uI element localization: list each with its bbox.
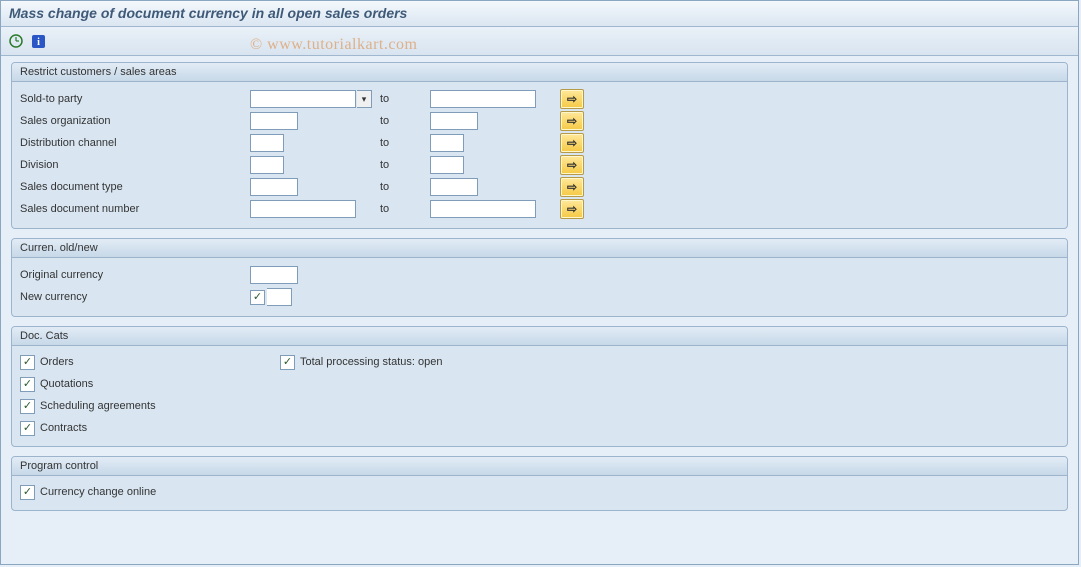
row-orig-currency: Original currency: [20, 264, 1059, 286]
multi-select-button[interactable]: ⇨: [560, 133, 584, 153]
to-label: to: [380, 137, 430, 149]
row-dist-channel: Distribution channel to ⇨: [20, 132, 1059, 154]
toolbar: i: [1, 27, 1078, 56]
group-restrict-title: Restrict customers / sales areas: [12, 63, 1067, 82]
check-total-open-row: Total processing status: open: [280, 352, 442, 372]
check-orders[interactable]: [20, 355, 35, 370]
check-quotations-row: Quotations: [20, 374, 280, 394]
label-orig-currency: Original currency: [20, 269, 250, 281]
row-doc-number: Sales document number to ⇨: [20, 198, 1059, 220]
multi-select-button[interactable]: ⇨: [560, 155, 584, 175]
doc-number-to-input[interactable]: [430, 200, 536, 218]
doc-cats-left: Orders Quotations Scheduling agreements …: [20, 352, 280, 438]
multi-select-button[interactable]: ⇨: [560, 89, 584, 109]
multi-select-button[interactable]: ⇨: [560, 199, 584, 219]
label-sold-to: Sold-to party: [20, 93, 250, 105]
check-online-row: Currency change online: [20, 482, 1059, 502]
f4-help-icon[interactable]: ▾: [357, 90, 372, 108]
row-new-currency: New currency: [20, 286, 1059, 308]
sold-to-from-input[interactable]: [250, 90, 356, 108]
check-online[interactable]: [20, 485, 35, 500]
label-doc-number: Sales document number: [20, 203, 250, 215]
to-label: to: [380, 93, 430, 105]
new-currency-input[interactable]: [267, 288, 292, 306]
to-label: to: [380, 181, 430, 193]
check-orders-row: Orders: [20, 352, 280, 372]
check-sched-row: Scheduling agreements: [20, 396, 280, 416]
sold-to-to-input[interactable]: [430, 90, 536, 108]
label-dist-channel: Distribution channel: [20, 137, 250, 149]
orig-currency-input[interactable]: [250, 266, 298, 284]
label-doc-type: Sales document type: [20, 181, 250, 193]
group-currency-body: Original currency New currency: [12, 258, 1067, 316]
svg-text:i: i: [37, 37, 40, 48]
new-currency-required-check[interactable]: [250, 290, 265, 305]
label-orders: Orders: [40, 356, 74, 368]
label-sched: Scheduling agreements: [40, 400, 156, 412]
dist-channel-from-input[interactable]: [250, 134, 284, 152]
group-restrict: Restrict customers / sales areas Sold-to…: [11, 62, 1068, 229]
check-sched[interactable]: [20, 399, 35, 414]
group-doc-cats: Doc. Cats Orders Quotations Scheduling a…: [11, 326, 1068, 447]
row-division: Division to ⇨: [20, 154, 1059, 176]
check-total-open[interactable]: [280, 355, 295, 370]
content: Restrict customers / sales areas Sold-to…: [1, 56, 1078, 519]
multi-select-button[interactable]: ⇨: [560, 111, 584, 131]
group-currency: Curren. old/new Original currency New cu…: [11, 238, 1068, 317]
check-contracts-row: Contracts: [20, 418, 280, 438]
check-contracts[interactable]: [20, 421, 35, 436]
to-label: to: [380, 159, 430, 171]
dist-channel-to-input[interactable]: [430, 134, 464, 152]
row-sales-org: Sales organization to ⇨: [20, 110, 1059, 132]
group-program-control-body: Currency change online: [12, 476, 1067, 510]
page-title: Mass change of document currency in all …: [1, 1, 1078, 27]
doc-type-from-input[interactable]: [250, 178, 298, 196]
label-sales-org: Sales organization: [20, 115, 250, 127]
multi-select-button[interactable]: ⇨: [560, 177, 584, 197]
sales-org-to-input[interactable]: [430, 112, 478, 130]
execute-button[interactable]: [7, 32, 25, 50]
division-from-input[interactable]: [250, 156, 284, 174]
to-label: to: [380, 115, 430, 127]
group-currency-title: Curren. old/new: [12, 239, 1067, 258]
group-restrict-body: Sold-to party ▾ to ⇨ Sales organization …: [12, 82, 1067, 228]
division-to-input[interactable]: [430, 156, 464, 174]
label-total-open: Total processing status: open: [300, 356, 442, 368]
check-quotations[interactable]: [20, 377, 35, 392]
row-doc-type: Sales document type to ⇨: [20, 176, 1059, 198]
group-doc-cats-title: Doc. Cats: [12, 327, 1067, 346]
label-division: Division: [20, 159, 250, 171]
label-quotations: Quotations: [40, 378, 93, 390]
group-doc-cats-body: Orders Quotations Scheduling agreements …: [12, 346, 1067, 446]
info-button[interactable]: i: [29, 32, 47, 50]
group-program-control-title: Program control: [12, 457, 1067, 476]
label-new-currency: New currency: [20, 291, 250, 303]
doc-number-from-input[interactable]: [250, 200, 356, 218]
doc-type-to-input[interactable]: [430, 178, 478, 196]
to-label: to: [380, 203, 430, 215]
label-contracts: Contracts: [40, 422, 87, 434]
app-window: Mass change of document currency in all …: [0, 0, 1079, 565]
group-program-control: Program control Currency change online: [11, 456, 1068, 511]
doc-cats-right: Total processing status: open: [280, 352, 442, 438]
sales-org-from-input[interactable]: [250, 112, 298, 130]
row-sold-to: Sold-to party ▾ to ⇨: [20, 88, 1059, 110]
label-online: Currency change online: [40, 486, 156, 498]
